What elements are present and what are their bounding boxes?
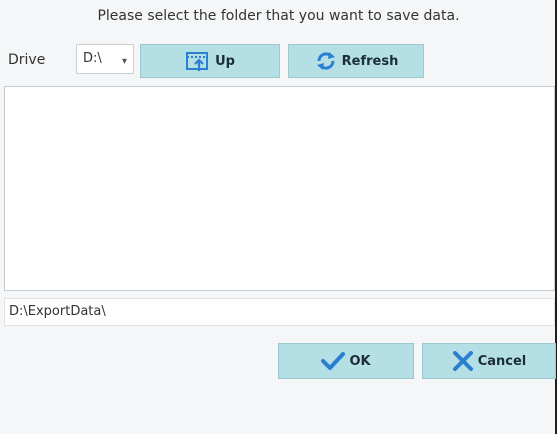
folder-up-icon xyxy=(186,52,209,71)
chevron-down-icon: ▾ xyxy=(121,56,127,67)
cancel-button-label: Cancel xyxy=(477,353,527,369)
ok-button[interactable]: OK xyxy=(278,343,414,379)
refresh-button-label: Refresh xyxy=(341,53,399,69)
folder-select-dialog: Please select the folder that you want t… xyxy=(0,0,557,434)
up-button-label: Up xyxy=(215,53,235,69)
drive-selected-value: D:\ xyxy=(83,51,102,66)
cancel-button[interactable]: Cancel xyxy=(422,343,556,379)
checkmark-icon xyxy=(321,352,346,370)
path-field[interactable]: D:\ExportData\ xyxy=(4,298,555,326)
refresh-button[interactable]: Refresh xyxy=(288,44,424,78)
ok-button-label: OK xyxy=(349,353,371,369)
folder-list[interactable] xyxy=(4,86,555,291)
refresh-icon xyxy=(316,52,335,70)
drive-dropdown[interactable]: D:\ ▾ xyxy=(76,44,134,74)
drive-label: Drive xyxy=(8,52,46,68)
up-button[interactable]: Up xyxy=(140,44,280,78)
close-icon xyxy=(452,351,473,371)
dialog-title: Please select the folder that you want t… xyxy=(97,8,460,24)
